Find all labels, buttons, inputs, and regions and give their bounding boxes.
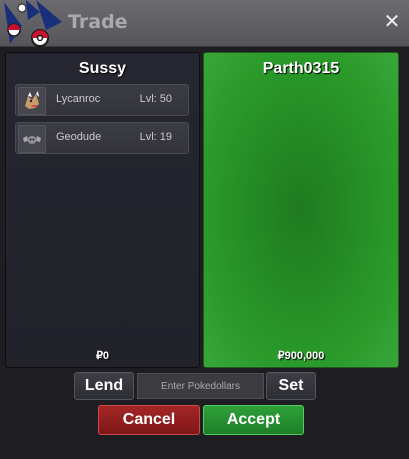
pokedollars-input[interactable] bbox=[137, 373, 264, 399]
close-icon[interactable]: ✕ bbox=[381, 10, 403, 32]
cancel-button[interactable]: Cancel bbox=[98, 405, 200, 435]
trade-window: Trade ✕ Sussy Lycanroc Lvl: 50 Geodude L… bbox=[0, 0, 409, 459]
lend-button[interactable]: Lend bbox=[74, 372, 134, 400]
title-bar[interactable]: Trade ✕ bbox=[0, 0, 409, 47]
pokemon-row-geodude[interactable]: Geodude Lvl: 19 bbox=[15, 122, 189, 154]
pokemon-level: Lvl: 19 bbox=[139, 131, 172, 143]
geodude-sprite-icon bbox=[18, 125, 46, 153]
pokemon-logo-icon bbox=[4, 0, 62, 47]
left-player-offer-panel: Sussy Lycanroc Lvl: 50 Geodude Lvl: 19 ₽… bbox=[5, 52, 200, 368]
set-button[interactable]: Set bbox=[266, 372, 316, 400]
accept-button[interactable]: Accept bbox=[203, 405, 304, 435]
right-player-money: ₽900,000 bbox=[277, 350, 325, 362]
pokemon-name: Lycanroc bbox=[56, 93, 101, 105]
pokemon-name: Geodude bbox=[56, 131, 102, 143]
window-title: Trade bbox=[68, 11, 128, 33]
right-player-offer-panel: Parth0315 ₽900,000 bbox=[203, 52, 399, 368]
pokemon-row-lycanroc[interactable]: Lycanroc Lvl: 50 bbox=[15, 84, 189, 116]
left-player-name: Sussy bbox=[78, 60, 127, 77]
pokemon-level: Lvl: 50 bbox=[139, 93, 172, 105]
left-player-money: ₽0 bbox=[95, 350, 110, 362]
right-player-name: Parth0315 bbox=[262, 60, 340, 77]
lycanroc-sprite-icon bbox=[18, 87, 46, 115]
